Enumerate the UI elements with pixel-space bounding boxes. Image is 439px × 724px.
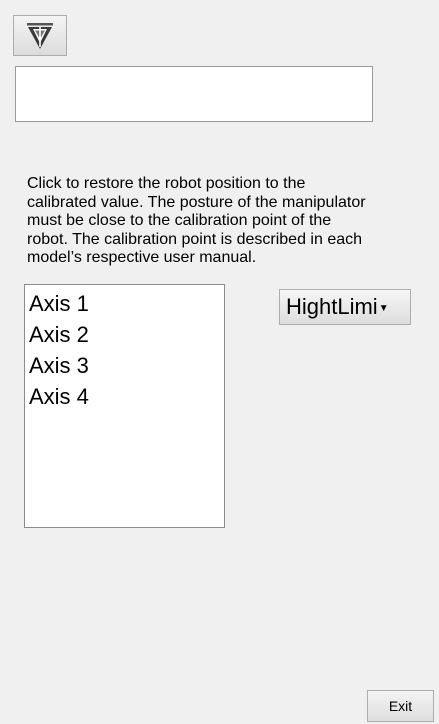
calibration-description: Click to restore the robot position to t… (27, 175, 366, 266)
chevron-down-icon: ▼ (378, 303, 389, 314)
axis-list[interactable]: Axis 1 Axis 2 Axis 3 Axis 4 (24, 284, 225, 528)
axis-list-item[interactable]: Axis 3 (29, 350, 224, 381)
limit-type-selected: HightLimi (286, 294, 378, 319)
limit-type-dropdown[interactable]: HightLimi ▼ (279, 289, 411, 325)
exit-button[interactable]: Exit (367, 690, 434, 722)
axis-list-item[interactable]: Axis 4 (29, 381, 224, 412)
logo-button[interactable] (13, 15, 67, 56)
axis-list-item[interactable]: Axis 2 (29, 319, 224, 350)
robot-logo-icon (27, 22, 53, 49)
axis-list-item[interactable]: Axis 1 (29, 288, 224, 319)
status-text-box[interactable] (15, 66, 373, 122)
